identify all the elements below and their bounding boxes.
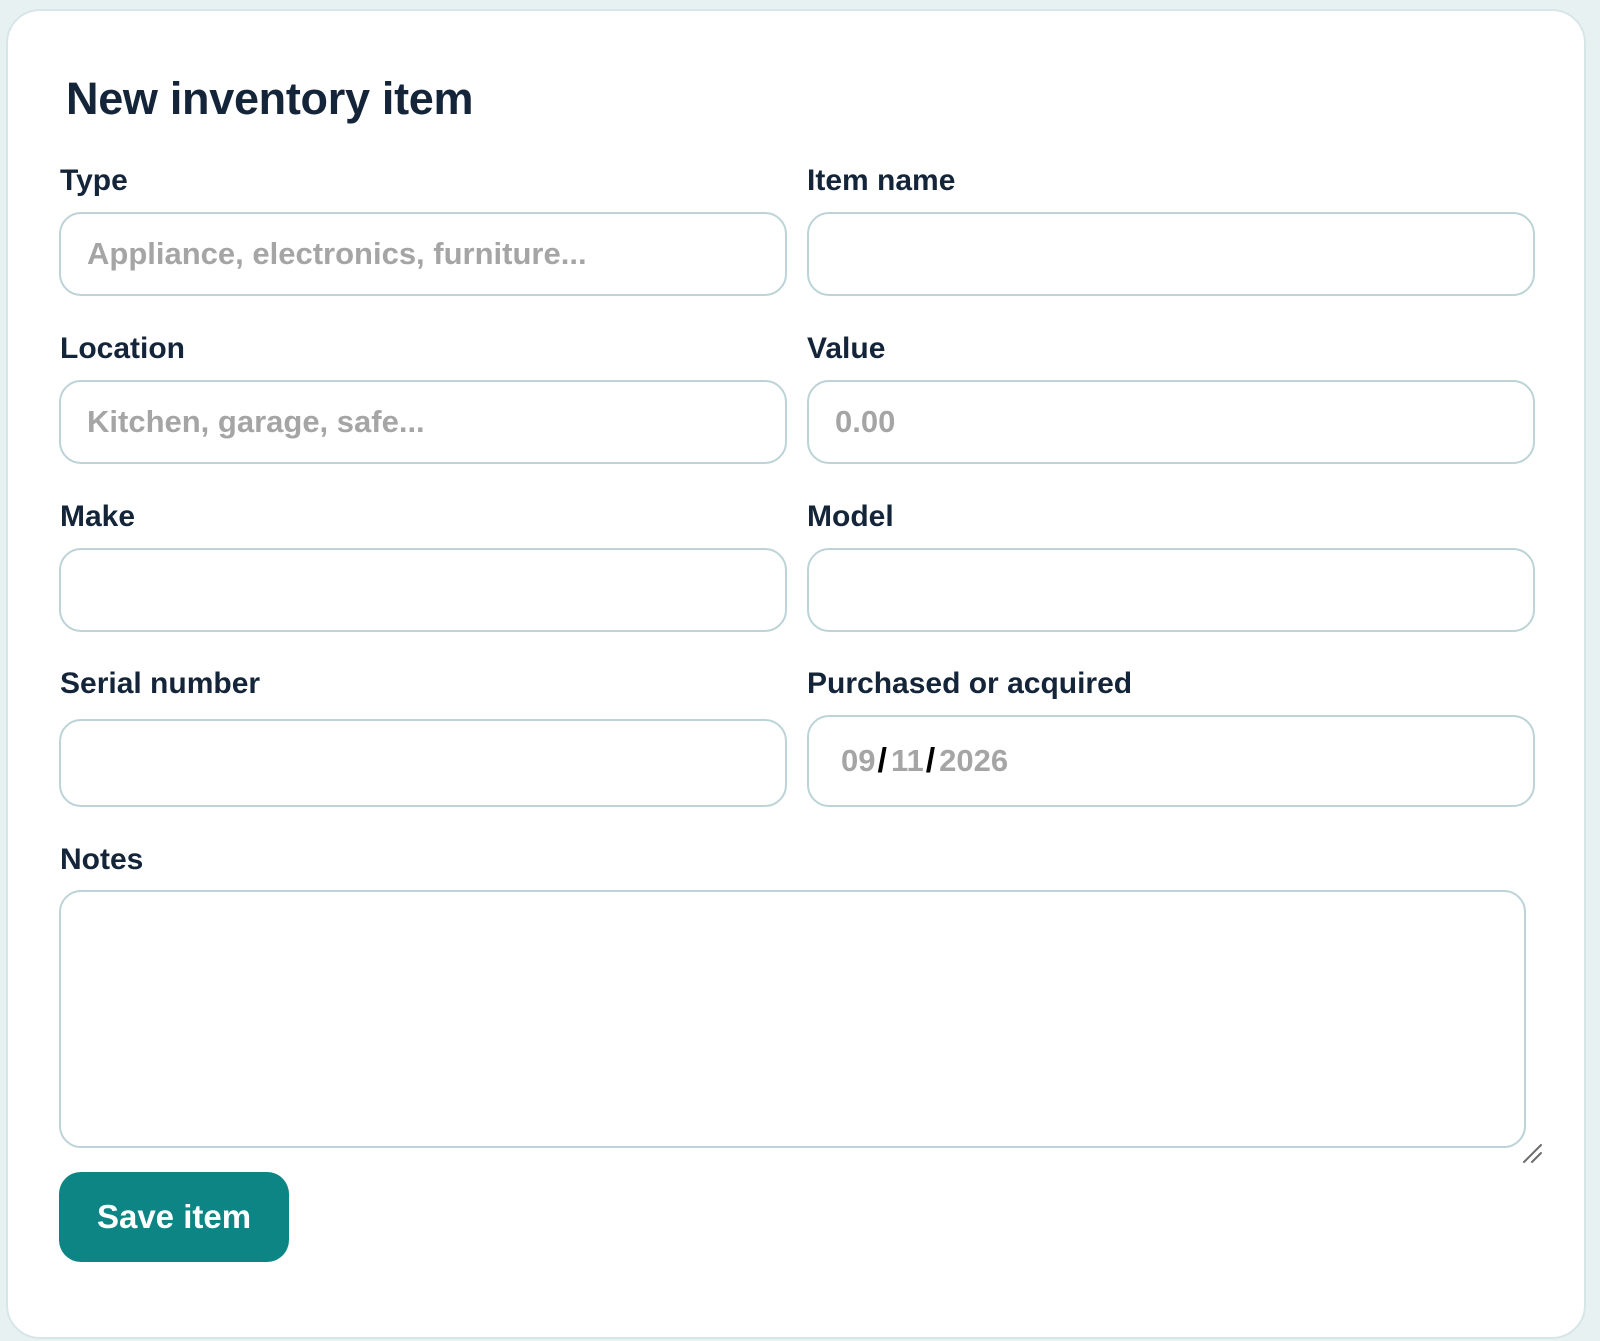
form-title: New inventory item <box>66 73 474 124</box>
notes-label: Notes <box>60 843 144 876</box>
save-item-button[interactable]: Save item <box>59 1172 289 1262</box>
purchased-date-input[interactable]: 09 / 11 / 2026 <box>807 715 1535 807</box>
date-separator: / <box>877 741 887 780</box>
location-input[interactable] <box>59 380 787 464</box>
make-input[interactable] <box>59 548 787 632</box>
inventory-form-card: New inventory item Type Item name Locati… <box>6 9 1586 1339</box>
date-day-segment[interactable]: 11 <box>891 743 924 779</box>
value-label: Value <box>807 332 886 365</box>
notes-textarea[interactable] <box>59 890 1526 1148</box>
date-separator: / <box>925 741 936 780</box>
item-name-label: Item name <box>807 164 956 197</box>
date-year-segment[interactable]: 2026 <box>939 743 1008 779</box>
item-name-input[interactable] <box>807 212 1535 296</box>
type-label: Type <box>60 164 128 197</box>
date-month-segment[interactable]: 09 <box>841 743 875 779</box>
location-label: Location <box>60 332 185 365</box>
serial-number-input[interactable] <box>59 719 787 807</box>
model-input[interactable] <box>807 548 1535 632</box>
resize-handle-icon[interactable] <box>1520 1141 1544 1165</box>
purchased-label: Purchased or acquired <box>807 667 1133 700</box>
model-label: Model <box>807 500 894 533</box>
value-input[interactable] <box>807 380 1535 464</box>
serial-number-label: Serial number <box>60 667 261 700</box>
type-input[interactable] <box>59 212 787 296</box>
make-label: Make <box>60 500 136 533</box>
